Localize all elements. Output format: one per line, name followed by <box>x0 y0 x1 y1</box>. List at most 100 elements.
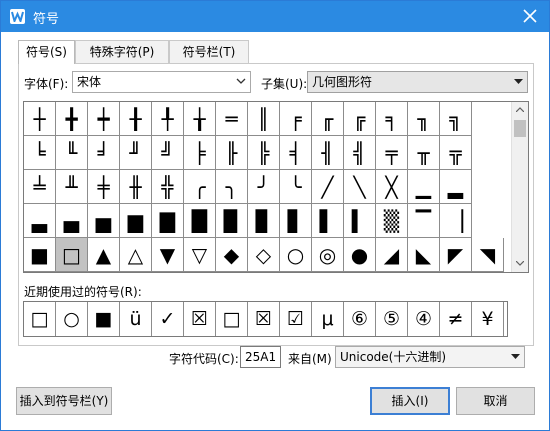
symbol-cell[interactable]: ╪ <box>88 170 120 204</box>
symbol-cell[interactable]: ╤ <box>376 136 408 170</box>
tab-symbols[interactable]: 符号(S) <box>18 40 75 64</box>
symbol-cell[interactable]: ▼ <box>152 238 184 272</box>
symbol-cell[interactable]: ╫ <box>120 170 152 204</box>
symbol-cell[interactable]: ▁ <box>408 170 440 204</box>
symbol-cell[interactable]: ▽ <box>184 238 216 272</box>
symbol-cell[interactable]: ▊ <box>248 204 280 238</box>
recent-symbol-cell[interactable]: ○ <box>56 302 88 336</box>
symbol-cell[interactable]: ╨ <box>56 170 88 204</box>
symbol-cell[interactable]: █ <box>184 204 216 238</box>
recent-symbol-cell[interactable]: μ <box>312 302 344 336</box>
recent-symbol-cell[interactable]: □ <box>216 302 248 336</box>
symbol-cell[interactable]: ╰ <box>280 170 312 204</box>
symbol-cell[interactable]: ▃ <box>24 204 56 238</box>
subset-select[interactable]: 几何图形符 <box>307 71 528 93</box>
symbol-cell[interactable]: ╖ <box>408 102 440 136</box>
symbol-cell[interactable]: ▕ <box>440 204 472 238</box>
symbol-cell[interactable]: ╯ <box>248 170 280 204</box>
recent-symbol-cell[interactable]: ✓ <box>152 302 184 336</box>
symbol-cell[interactable]: ┿ <box>88 102 120 136</box>
symbol-cell[interactable]: ╲ <box>344 170 376 204</box>
symbol-cell[interactable]: ╢ <box>312 136 344 170</box>
recent-symbol-cell[interactable]: ≠ <box>440 302 472 336</box>
font-select[interactable]: 宋体 <box>72 71 251 93</box>
symbol-cell[interactable]: ╒ <box>280 102 312 136</box>
symbol-cell[interactable]: ╝ <box>152 136 184 170</box>
symbol-cell[interactable]: ▂ <box>440 170 472 204</box>
scroll-down-icon[interactable] <box>512 256 528 272</box>
symbol-cell[interactable]: ╦ <box>440 136 472 170</box>
symbol-cell[interactable]: ▲ <box>88 238 120 272</box>
symbol-cell[interactable]: ╜ <box>120 136 152 170</box>
recent-symbol-cell[interactable]: ⑤ <box>376 302 408 336</box>
tab-symbol-bar[interactable]: 符号栏(T) <box>169 40 249 63</box>
vertical-scrollbar[interactable] <box>511 102 528 272</box>
symbol-cell[interactable]: ╳ <box>376 170 408 204</box>
recent-symbol-cell[interactable]: □ <box>24 302 56 336</box>
symbol-cell[interactable]: ╂ <box>120 102 152 136</box>
recent-symbol-cell[interactable]: ☒ <box>184 302 216 336</box>
symbol-cell[interactable]: ▔ <box>408 204 440 238</box>
symbol-cell[interactable]: ╓ <box>312 102 344 136</box>
symbol-cell[interactable]: ╟ <box>216 136 248 170</box>
symbol-cell[interactable]: ▌ <box>312 204 344 238</box>
scrollbar-thumb[interactable] <box>514 120 526 137</box>
scroll-up-icon[interactable] <box>512 102 528 118</box>
symbol-cell[interactable]: ▇ <box>152 204 184 238</box>
symbol-cell[interactable]: ◇ <box>248 238 280 272</box>
symbol-cell[interactable]: ╮ <box>216 170 248 204</box>
symbol-cell[interactable]: ▋ <box>280 204 312 238</box>
tab-special-chars[interactable]: 特殊字符(P) <box>75 40 169 63</box>
symbol-cell[interactable]: □ <box>56 238 88 272</box>
symbol-cell[interactable]: ╬ <box>152 170 184 204</box>
symbol-cell[interactable]: ○ <box>280 238 312 272</box>
recent-symbol-cell[interactable]: ④ <box>408 302 440 336</box>
symbol-cell[interactable]: ╛ <box>88 136 120 170</box>
from-select[interactable]: Unicode(十六进制) <box>335 346 525 368</box>
symbol-cell[interactable]: ▅ <box>88 204 120 238</box>
recent-symbol-cell[interactable]: ⑥ <box>344 302 376 336</box>
symbol-cell[interactable]: ● <box>344 238 376 272</box>
symbol-cell[interactable]: ▄ <box>56 204 88 238</box>
symbol-cell[interactable]: ■ <box>24 238 56 272</box>
symbol-cell[interactable]: ◤ <box>440 238 472 272</box>
symbol-cell[interactable]: ◢ <box>376 238 408 272</box>
recent-symbol-cell[interactable]: ü <box>120 302 152 336</box>
symbol-cell[interactable]: ▉ <box>216 204 248 238</box>
insert-to-symbol-bar-button[interactable]: 插入到符号栏(Y) <box>16 387 112 415</box>
close-icon[interactable] <box>517 4 543 28</box>
symbol-cell[interactable]: ╠ <box>248 136 280 170</box>
char-code-input[interactable]: 25A1 <box>240 346 281 368</box>
symbol-cell[interactable]: ═ <box>216 102 248 136</box>
symbol-cell[interactable]: ╡ <box>280 136 312 170</box>
symbol-cell[interactable]: ╔ <box>344 102 376 136</box>
insert-button[interactable]: 插入(I) <box>370 387 450 415</box>
symbol-cell[interactable]: ╋ <box>56 102 88 136</box>
symbol-cell[interactable]: ▆ <box>120 204 152 238</box>
symbol-cell[interactable]: ╘ <box>24 136 56 170</box>
symbol-cell[interactable]: ◥ <box>472 238 504 272</box>
symbol-cell[interactable]: ◣ <box>408 238 440 272</box>
symbol-cell[interactable]: ╀ <box>152 102 184 136</box>
recent-symbol-cell[interactable]: ■ <box>88 302 120 336</box>
recent-symbol-cell[interactable]: ☑ <box>280 302 312 336</box>
symbol-cell[interactable]: ◆ <box>216 238 248 272</box>
symbol-cell[interactable]: ▒ <box>376 204 408 238</box>
symbol-cell[interactable]: ╙ <box>56 136 88 170</box>
symbol-cell[interactable]: ╁ <box>184 102 216 136</box>
symbol-cell[interactable]: ╞ <box>184 136 216 170</box>
symbol-cell[interactable]: ╧ <box>24 170 56 204</box>
symbol-cell[interactable]: ◎ <box>312 238 344 272</box>
symbol-cell[interactable]: ╗ <box>440 102 472 136</box>
recent-symbol-cell[interactable]: ☒ <box>248 302 280 336</box>
symbol-cell[interactable]: ▍ <box>344 204 376 238</box>
symbol-cell[interactable]: ╥ <box>408 136 440 170</box>
symbol-cell[interactable]: ╕ <box>376 102 408 136</box>
symbol-cell[interactable]: ║ <box>248 102 280 136</box>
recent-symbol-cell[interactable]: ¥ <box>472 302 504 336</box>
symbol-cell[interactable]: ╱ <box>312 170 344 204</box>
symbol-cell[interactable]: ╭ <box>184 170 216 204</box>
cancel-button[interactable]: 取消 <box>456 387 535 415</box>
symbol-cell[interactable]: △ <box>120 238 152 272</box>
title-bar[interactable]: 符号 <box>1 1 549 32</box>
